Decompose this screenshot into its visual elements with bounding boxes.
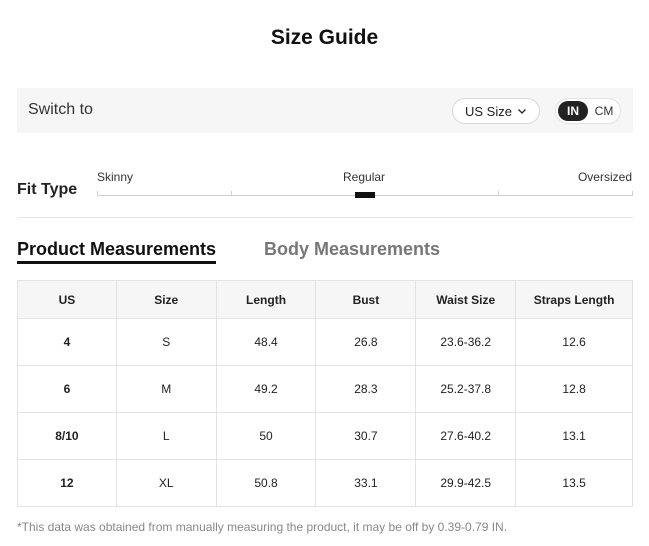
table-cell: 30.7 bbox=[315, 412, 417, 460]
fit-type-label: Fit Type bbox=[17, 181, 78, 198]
table-cell: 48.4 bbox=[215, 318, 317, 366]
column-header-straps-length: Straps Length bbox=[515, 280, 633, 319]
table-cell: 4 bbox=[17, 318, 117, 366]
fit-scale-marker bbox=[355, 192, 375, 198]
table-cell: 50.8 bbox=[215, 459, 317, 507]
fit-scale-tick bbox=[97, 191, 98, 196]
size-table: US Size Length Bust Waist Size Straps Le… bbox=[17, 280, 633, 507]
table-cell: 26.8 bbox=[315, 318, 417, 366]
column-header-size: Size bbox=[115, 280, 217, 319]
fit-option-skinny: Skinny bbox=[97, 170, 134, 184]
table-cell: 12 bbox=[17, 459, 117, 507]
table-cell: 27.6-40.2 bbox=[415, 412, 517, 460]
unit-in-button[interactable]: IN bbox=[558, 101, 588, 121]
table-cell: L bbox=[115, 412, 217, 460]
tab-body-measurements[interactable]: Body Measurements bbox=[264, 239, 440, 260]
page-title: Size Guide bbox=[270, 26, 379, 49]
fit-scale-tick bbox=[231, 191, 232, 196]
unit-toggle: IN CM bbox=[555, 98, 621, 124]
fit-scale-tick bbox=[632, 191, 633, 196]
fit-option-oversized: Oversized bbox=[577, 170, 632, 184]
unit-cm-button[interactable]: CM bbox=[590, 101, 618, 121]
tab-product-measurements[interactable]: Product Measurements bbox=[17, 239, 216, 260]
table-cell: 12.6 bbox=[515, 318, 633, 366]
column-header-waist-size: Waist Size bbox=[415, 280, 517, 319]
table-cell: 49.2 bbox=[215, 365, 317, 413]
column-header-us: US bbox=[17, 280, 117, 319]
table-cell: 29.9-42.5 bbox=[415, 459, 517, 507]
size-system-dropdown[interactable]: US Size bbox=[452, 98, 540, 124]
table-row: 8/10 L 50 30.7 27.6-40.2 13.1 bbox=[17, 412, 633, 460]
table-row: 4 S 48.4 26.8 23.6-36.2 12.6 bbox=[17, 318, 633, 366]
table-cell: 23.6-36.2 bbox=[415, 318, 517, 366]
table-cell: 50 bbox=[215, 412, 317, 460]
table-cell: 8/10 bbox=[17, 412, 117, 460]
column-header-bust: Bust bbox=[315, 280, 417, 319]
table-row: 12 XL 50.8 33.1 29.9-42.5 13.5 bbox=[17, 459, 633, 507]
table-cell: M bbox=[115, 365, 217, 413]
table-cell: 13.1 bbox=[515, 412, 633, 460]
unit-switch-bar: Switch to US Size IN CM bbox=[17, 88, 633, 133]
table-cell: 13.5 bbox=[515, 459, 633, 507]
fit-scale-tick bbox=[498, 191, 499, 196]
switch-label: Switch to bbox=[28, 101, 93, 118]
table-cell: XL bbox=[115, 459, 217, 507]
table-cell: 12.8 bbox=[515, 365, 633, 413]
table-cell: S bbox=[115, 318, 217, 366]
size-system-label: US Size bbox=[465, 103, 512, 119]
measurement-disclaimer: *This data was obtained from manually me… bbox=[17, 520, 508, 534]
chevron-down-icon bbox=[518, 109, 526, 114]
column-header-length: Length bbox=[215, 280, 317, 319]
table-cell: 25.2-37.8 bbox=[415, 365, 517, 413]
section-divider bbox=[17, 217, 633, 218]
active-tab-underline bbox=[17, 261, 216, 264]
table-row: 6 M 49.2 28.3 25.2-37.8 12.8 bbox=[17, 365, 633, 413]
table-cell: 28.3 bbox=[315, 365, 417, 413]
table-header-row: US Size Length Bust Waist Size Straps Le… bbox=[17, 280, 633, 319]
table-cell: 6 bbox=[17, 365, 117, 413]
fit-option-regular: Regular bbox=[343, 170, 386, 184]
table-cell: 33.1 bbox=[315, 459, 417, 507]
